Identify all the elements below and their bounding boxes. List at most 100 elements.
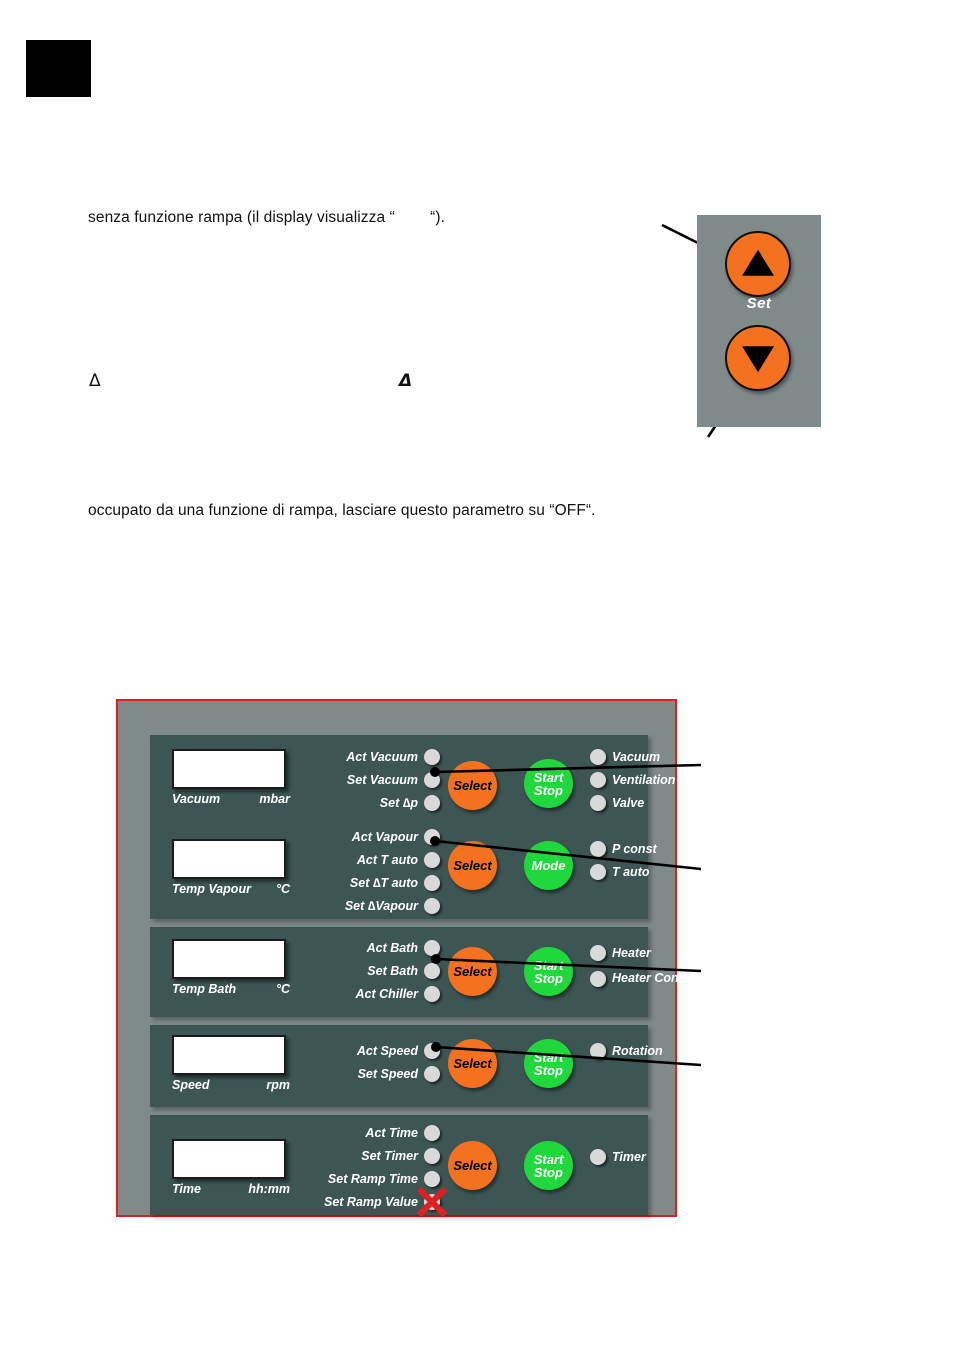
led-label-set-delta-t-auto: Set ∆T auto	[349, 875, 418, 890]
display-vacuum	[172, 749, 286, 789]
display-block-temp-vapour: Temp Vapour °C	[172, 839, 290, 896]
led-label-act-bath: Act Bath	[366, 940, 418, 955]
led-label-set-timer: Set Timer	[361, 1148, 418, 1163]
status-led-list-vacuum: Vacuum Ventilation Valve	[590, 745, 675, 814]
display-caption-temp-bath: Temp Bath °C	[172, 982, 290, 996]
start-stop-button-vacuum[interactable]: Start Stop	[524, 759, 573, 808]
set-keypad-figure: Set	[697, 215, 821, 427]
status-row-valve: Valve	[590, 791, 675, 814]
select-button-vacuum-label: Select	[453, 778, 492, 793]
display-block-temp-bath: Temp Bath °C	[172, 939, 290, 996]
led-act-t-auto	[424, 851, 440, 868]
led-row-set-vacuum[interactable]: Set Vacuum	[300, 768, 440, 791]
status-label-t-auto: T auto	[612, 864, 650, 879]
start-stop-button-time-label: Start Stop	[534, 1153, 564, 1179]
redacted-header-block	[26, 40, 91, 97]
led-set-ramp-time	[424, 1170, 440, 1187]
select-button-temp-vapour-label: Select	[453, 858, 492, 873]
led-row-act-speed[interactable]: Act Speed	[310, 1039, 440, 1062]
start-stop-vacuum-line2: Stop	[534, 782, 563, 798]
panel-group-temp-bath: Temp Bath °C Act Bath Set Bath Act Chill…	[150, 927, 699, 1017]
start-stop-button-vacuum-label: Start Stop	[534, 771, 564, 797]
led-label-act-vapour: Act Vapour	[351, 829, 418, 844]
set-down-button[interactable]	[725, 325, 791, 391]
status-led-list-time: Timer	[590, 1145, 646, 1168]
led-row-act-t-auto[interactable]: Act T auto	[300, 848, 440, 871]
led-list-time: Act Time Set Timer Set Ramp Time Set Ram…	[290, 1121, 448, 1218]
led-row-set-delta-vapour[interactable]: Set ∆Vapour	[300, 894, 440, 917]
panel-group-time: Time hh:mm Act Time Set Timer Set Ramp T…	[150, 1115, 648, 1218]
led-set-ramp-value	[424, 1193, 440, 1210]
led-row-set-timer[interactable]: Set Timer	[290, 1144, 440, 1167]
start-stop-bath-line1: Start	[533, 957, 564, 973]
select-button-time[interactable]: Select	[448, 1141, 497, 1190]
select-button-temp-bath[interactable]: Select	[448, 947, 497, 996]
status-led-valve	[590, 794, 606, 811]
select-button-speed[interactable]: Select	[448, 1039, 497, 1088]
delta-symbol-italic: Δ	[399, 371, 413, 391]
display-name-temp-vapour: Temp Vapour	[172, 882, 251, 896]
status-row-heater: Heater	[590, 941, 699, 964]
status-led-heater-control	[590, 971, 606, 987]
led-row-act-vapour[interactable]: Act Vapour	[300, 825, 440, 848]
led-row-set-delta-p[interactable]: Set ∆p	[300, 791, 440, 814]
display-block-speed: Speed rpm	[172, 1035, 290, 1092]
led-label-act-speed: Act Speed	[356, 1043, 418, 1058]
led-row-set-ramp-value[interactable]: Set Ramp Value	[290, 1186, 448, 1218]
display-unit-speed: rpm	[266, 1078, 290, 1092]
status-led-p-const	[590, 840, 606, 857]
led-label-set-vacuum: Set Vacuum	[346, 772, 418, 787]
start-stop-button-temp-bath[interactable]: Start Stop	[524, 947, 573, 996]
led-set-delta-vapour	[424, 897, 440, 914]
mode-button[interactable]: Mode	[524, 841, 573, 890]
status-led-rotation	[590, 1042, 606, 1059]
led-set-delta-t-auto	[424, 874, 440, 891]
status-row-vacuum: Vacuum	[590, 745, 675, 768]
display-name-time: Time	[172, 1182, 201, 1196]
status-led-vacuum	[590, 748, 606, 765]
display-caption-vacuum: Vacuum mbar	[172, 792, 290, 806]
start-stop-button-time[interactable]: Start Stop	[524, 1141, 573, 1190]
led-act-vacuum	[424, 748, 440, 765]
display-name-temp-bath: Temp Bath	[172, 982, 237, 996]
led-label-set-ramp-value: Set Ramp Value	[323, 1194, 418, 1209]
select-button-temp-bath-label: Select	[453, 964, 492, 979]
led-row-act-bath[interactable]: Act Bath	[310, 936, 440, 959]
status-led-timer	[590, 1148, 606, 1165]
status-row-ventilation: Ventilation	[590, 768, 675, 791]
led-row-set-speed[interactable]: Set Speed	[310, 1062, 440, 1085]
led-list-temp-bath: Act Bath Set Bath Act Chiller	[310, 936, 440, 1005]
led-row-set-bath[interactable]: Set Bath	[310, 959, 440, 982]
led-label-set-speed: Set Speed	[357, 1066, 418, 1081]
led-row-set-delta-t-auto[interactable]: Set ∆T auto	[300, 871, 440, 894]
led-act-vapour	[424, 828, 440, 845]
paragraph-line-occupato: occupato da una funzione di rampa, lasci…	[88, 502, 596, 519]
status-led-list-temp-bath: Heater Heater Control	[590, 941, 699, 994]
led-act-speed	[424, 1042, 440, 1059]
start-stop-button-temp-bath-label: Start Stop	[534, 959, 564, 985]
led-row-set-ramp-time[interactable]: Set Ramp Time	[290, 1167, 440, 1190]
start-stop-button-speed[interactable]: Start Stop	[524, 1039, 573, 1088]
display-caption-speed: Speed rpm	[172, 1078, 290, 1092]
display-block-time: Time hh:mm	[172, 1139, 290, 1196]
display-name-vacuum: Vacuum	[172, 792, 221, 806]
display-temp-vapour	[172, 839, 286, 879]
display-name-speed: Speed	[172, 1078, 210, 1092]
led-row-act-vacuum[interactable]: Act Vacuum	[300, 745, 440, 768]
led-set-timer	[424, 1147, 440, 1164]
set-up-button[interactable]	[725, 231, 791, 297]
led-label-act-vacuum: Act Vacuum	[346, 749, 418, 764]
display-caption-time: Time hh:mm	[172, 1182, 290, 1196]
display-temp-bath	[172, 939, 286, 979]
display-block-vacuum: Vacuum mbar	[172, 749, 290, 806]
led-row-act-chiller[interactable]: Act Chiller	[310, 982, 440, 1005]
select-button-temp-vapour[interactable]: Select	[448, 841, 497, 890]
status-label-timer: Timer	[612, 1149, 646, 1164]
led-row-act-time[interactable]: Act Time	[290, 1121, 440, 1144]
select-button-vacuum[interactable]: Select	[448, 761, 497, 810]
delta-symbol-upright: Δ	[89, 371, 101, 391]
status-label-ventilation: Ventilation	[612, 772, 676, 787]
mode-button-label: Mode	[531, 858, 566, 873]
led-list-temp-vapour: Act Vapour Act T auto Set ∆T auto Set ∆V…	[300, 825, 440, 917]
status-led-heater	[590, 944, 606, 961]
